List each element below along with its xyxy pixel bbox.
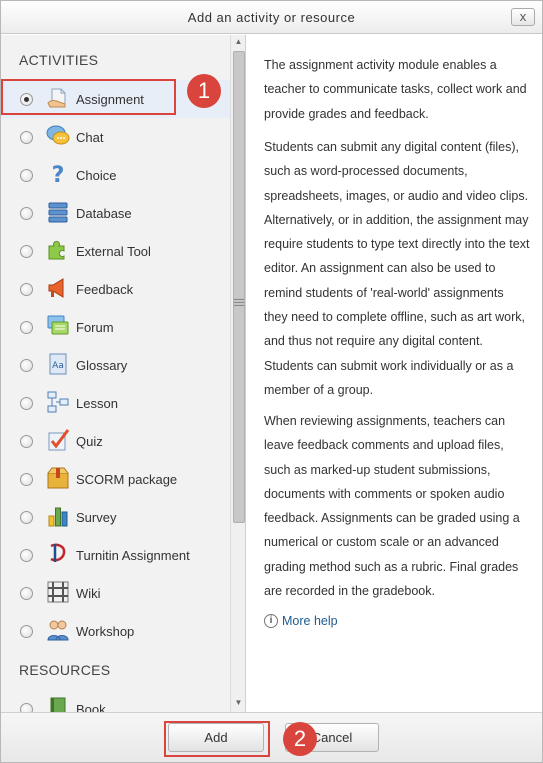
radio-button[interactable] (20, 283, 33, 296)
workshop-icon (47, 620, 69, 641)
radio-button[interactable] (20, 703, 33, 712)
radio-button[interactable] (20, 511, 33, 524)
activity-label: Database (76, 206, 132, 221)
radio-button[interactable] (20, 321, 33, 334)
bar-chart-icon (48, 507, 68, 527)
activity-label: Survey (76, 510, 117, 525)
chat-icon (46, 125, 70, 145)
scroll-down-arrow-icon[interactable]: ▼ (231, 698, 245, 710)
description-paragraph: When reviewing assignments, teachers can… (264, 414, 520, 599)
resources-heading: RESOURCES (19, 662, 111, 678)
dialog-title: Add an activity or resource (187, 10, 356, 25)
activity-option-turnitin-assignment[interactable]: Turnitin Assignment (1, 536, 230, 574)
wiki-icon (47, 581, 69, 603)
activity-label: External Tool (76, 244, 151, 259)
activity-option-survey[interactable]: Survey (1, 498, 230, 536)
add-activity-dialog: Add an activity or resource x ACTIVITIES… (0, 0, 543, 763)
annotation-badge-1: 1 (187, 74, 221, 108)
activity-label: Workshop (76, 624, 135, 639)
activity-label: Choice (76, 168, 117, 183)
dialog-titlebar: Add an activity or resource x (1, 1, 542, 34)
puzzle-icon (48, 240, 65, 260)
activity-label: Feedback (76, 282, 134, 297)
scroll-up-arrow-icon[interactable]: ▲ (231, 37, 245, 49)
activity-label: Chat (76, 130, 104, 145)
close-button[interactable]: x (511, 8, 535, 26)
description-paragraph: Students can submit any digital content … (264, 140, 530, 397)
annotation-highlight-assignment (1, 79, 176, 115)
list-scrollbar[interactable]: ▲ — — — ▼ (230, 35, 245, 712)
resource-label: Book (76, 702, 106, 712)
book-icon (50, 697, 66, 712)
activity-chooser-list: ACTIVITIES Assignment Chat ? Choice Data… (1, 35, 246, 712)
radio-button[interactable] (20, 207, 33, 220)
quiz-icon (48, 429, 70, 451)
lesson-icon (47, 391, 69, 413)
activity-description-pane: The assignment activity module enables a… (247, 35, 542, 712)
radio-button[interactable] (20, 435, 33, 448)
radio-button[interactable] (20, 397, 33, 410)
radio-button[interactable] (20, 625, 33, 638)
forum-icon (47, 315, 69, 335)
info-icon: i (264, 614, 278, 628)
radio-button[interactable] (20, 587, 33, 600)
activity-option-quiz[interactable]: Quiz (1, 422, 230, 460)
annotation-badge-2: 2 (283, 722, 317, 756)
activity-option-feedback[interactable]: Feedback (1, 270, 230, 308)
activity-label: Forum (76, 320, 114, 335)
activity-option-forum[interactable]: Forum (1, 308, 230, 346)
description-paragraph: The assignment activity module enables a… (264, 58, 527, 121)
svg-text:Aa: Aa (52, 361, 64, 371)
resource-option-book[interactable]: Book (1, 690, 230, 712)
choice-icon: ? (52, 163, 65, 186)
activity-label: SCORM package (76, 472, 178, 487)
activity-option-workshop[interactable]: Workshop (1, 612, 230, 650)
radio-button[interactable] (20, 169, 33, 182)
activities-heading: ACTIVITIES (19, 52, 99, 68)
activity-option-glossary[interactable]: Aa Glossary (1, 346, 230, 384)
activity-option-scorm-package[interactable]: SCORM package (1, 460, 230, 498)
grip-icon: — — — (234, 294, 244, 311)
megaphone-icon (48, 278, 64, 298)
activity-label: Turnitin Assignment (76, 548, 190, 563)
activity-label: Lesson (76, 396, 118, 411)
annotation-highlight-add (164, 721, 270, 757)
activity-option-choice[interactable]: ? Choice (1, 156, 230, 194)
activity-label: Quiz (76, 434, 103, 449)
database-icon (48, 202, 68, 223)
activity-option-wiki[interactable]: Wiki (1, 574, 230, 612)
svg-text:?: ? (52, 163, 65, 186)
activity-option-external-tool[interactable]: External Tool (1, 232, 230, 270)
radio-button[interactable] (20, 473, 33, 486)
glossary-icon: Aa (49, 353, 67, 375)
scroll-thumb[interactable]: — — — (233, 51, 245, 523)
activity-label: Wiki (76, 586, 101, 601)
radio-button[interactable] (20, 131, 33, 144)
radio-button[interactable] (20, 359, 33, 372)
turnitin-icon (50, 543, 66, 562)
scorm-package-icon (47, 467, 69, 489)
activity-option-lesson[interactable]: Lesson (1, 384, 230, 422)
dialog-footer: Add Cancel (1, 712, 542, 762)
activity-option-chat[interactable]: Chat (1, 118, 230, 156)
more-help-link[interactable]: i More help (264, 614, 338, 628)
radio-button[interactable] (20, 245, 33, 258)
more-help-label: More help (282, 614, 338, 628)
activity-option-database[interactable]: Database (1, 194, 230, 232)
activity-label: Glossary (76, 358, 128, 373)
radio-button[interactable] (20, 549, 33, 562)
